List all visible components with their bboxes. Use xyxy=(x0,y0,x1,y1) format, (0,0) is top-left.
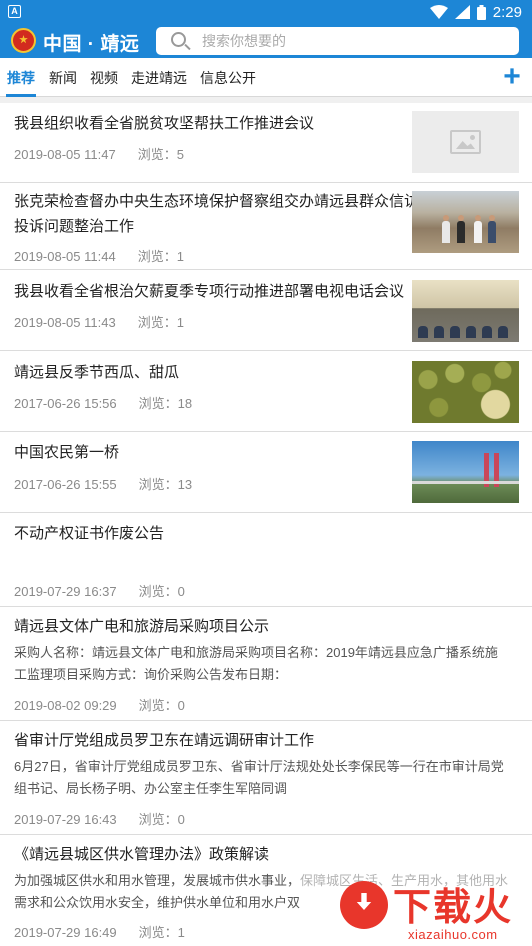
app-notification-icon: A xyxy=(8,5,21,18)
app-bar: 中国 · 靖远 xyxy=(0,24,532,58)
news-views: 浏览：13 xyxy=(138,477,193,492)
meeting-photo xyxy=(412,280,519,342)
news-date: 2019-07-29 16:49 xyxy=(14,925,117,940)
news-date: 2019-07-29 16:37 xyxy=(14,584,117,599)
add-channel-icon[interactable]: + xyxy=(501,62,523,92)
news-item[interactable]: 我县组织收看全省脱贫攻坚帮扶工作推进会议 2019-08-05 11:47 浏览：… xyxy=(0,103,532,183)
inspection-photo xyxy=(412,191,519,253)
news-summary-line1: 采购人名称：靖远县文体广电和旅游局采购项目名称：2019年靖远县应急广播系统施 xyxy=(14,645,498,660)
national-emblem-icon xyxy=(11,28,36,53)
bridge-photo xyxy=(412,441,519,503)
status-icons: 2:29 xyxy=(429,3,522,21)
placeholder-image-icon xyxy=(412,111,519,173)
news-title: 省审计厅党组成员罗卫东在靖远调研审计工作 xyxy=(14,732,315,749)
melon-photo xyxy=(412,361,519,423)
news-summary-line1: 6月27日，省审计厅党组成员罗卫东、省审计厅法规处处长李保民等一行在市审计局党 xyxy=(14,759,504,774)
news-title: 《靖远县城区供水管理办法》政策解读 xyxy=(14,846,270,863)
news-date: 2017-06-26 15:55 xyxy=(14,477,117,492)
news-date: 2019-08-05 11:44 xyxy=(14,249,116,264)
download-icon xyxy=(340,881,388,929)
news-date: 2019-08-05 11:47 xyxy=(14,147,116,162)
tab-news[interactable]: 新闻 xyxy=(49,68,77,88)
tab-public-info[interactable]: 信息公开 xyxy=(200,68,256,88)
news-title-line1: 张克荣检查督办中央生态环境保护督察组交办靖远县群众信访 xyxy=(14,193,420,210)
news-summary-line2: 工监理项目采购方式：询价采购公告发布日期： xyxy=(14,667,288,682)
news-summary-line2: 组书记、局长杨子明、办公室主任李生军陪同调 xyxy=(14,781,288,796)
news-item[interactable]: 省审计厅党组成员罗卫东在靖远调研审计工作 6月27日，省审计厅党组成员罗卫东、省… xyxy=(0,721,532,835)
news-item[interactable]: 中国农民第一桥 2017-06-26 15:55 浏览：13 xyxy=(0,432,532,513)
tab-about-jingyuan[interactable]: 走进靖远 xyxy=(131,68,187,88)
news-item[interactable]: 靖远县反季节西瓜、甜瓜 2017-06-26 15:56 浏览：18 xyxy=(0,351,532,432)
news-title: 我县收看全省根治欠薪夏季专项行动推进部署电视电话会议 xyxy=(14,283,405,300)
wifi-icon xyxy=(429,5,448,19)
status-bar: A 2:29 xyxy=(0,0,532,24)
category-tabs: 推荐 新闻 视频 走进靖远 信息公开 + xyxy=(0,58,532,97)
site-watermark: 下载火 xiazaihuo.com xyxy=(300,873,532,946)
news-views: 浏览：18 xyxy=(138,396,193,411)
news-views: 浏览：0 xyxy=(138,812,185,827)
news-title: 我县组织收看全省脱贫攻坚帮扶工作推进会议 xyxy=(14,115,315,132)
tab-recommend[interactable]: 推荐 xyxy=(7,68,35,88)
news-date: 2019-08-05 11:43 xyxy=(14,315,116,330)
search-icon xyxy=(171,32,186,47)
news-date: 2019-08-02 09:29 xyxy=(14,698,117,713)
news-title: 中国农民第一桥 xyxy=(14,444,120,461)
news-date: 2017-06-26 15:56 xyxy=(14,396,117,411)
news-views: 浏览：5 xyxy=(137,147,184,162)
app-title: 中国 · 靖远 xyxy=(43,34,140,55)
tab-video[interactable]: 视频 xyxy=(90,68,118,88)
news-item[interactable]: 我县收看全省根治欠薪夏季专项行动推进部署电视电话会议 2019-08-05 11… xyxy=(0,270,532,351)
news-item[interactable]: 不动产权证书作废公告 2019-07-29 16:37 浏览：0 xyxy=(0,513,532,607)
news-title-line2: 投诉问题整治工作 xyxy=(14,218,135,235)
news-title: 靖远县反季节西瓜、甜瓜 xyxy=(14,364,180,381)
watermark-url: xiazaihuo.com xyxy=(408,927,498,942)
search-input[interactable] xyxy=(202,31,502,51)
news-views: 浏览：0 xyxy=(138,584,185,599)
news-date: 2019-07-29 16:43 xyxy=(14,812,117,827)
battery-icon xyxy=(476,4,486,20)
news-views: 浏览：1 xyxy=(138,925,185,940)
news-views: 浏览：1 xyxy=(137,315,184,330)
signal-icon xyxy=(454,5,470,19)
watermark-text: 下载火 xyxy=(393,887,514,929)
status-time: 2:29 xyxy=(492,3,522,21)
news-title: 靖远县文体广电和旅游局采购项目公示 xyxy=(14,618,270,635)
news-views: 浏览：0 xyxy=(138,698,185,713)
news-title: 不动产权证书作废公告 xyxy=(14,525,165,542)
news-item[interactable]: 靖远县文体广电和旅游局采购项目公示 采购人名称：靖远县文体广电和旅游局采购项目名… xyxy=(0,607,532,721)
news-views: 浏览：1 xyxy=(137,249,184,264)
search-box[interactable] xyxy=(156,27,519,55)
news-item[interactable]: 张克荣检查督办中央生态环境保护督察组交办靖远县群众信访 投诉问题整治工作 201… xyxy=(0,183,532,270)
